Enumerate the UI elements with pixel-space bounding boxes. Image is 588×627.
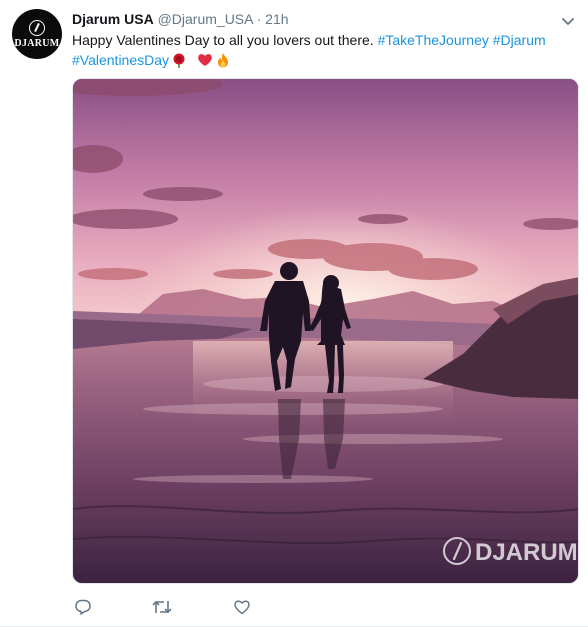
djarum-logo-icon [29,19,45,36]
avatar[interactable]: DJARUM [12,9,62,59]
hashtag-taketheJourney[interactable]: #TakeTheJourney [378,32,489,48]
timestamp[interactable]: 21h [265,11,288,27]
like-icon[interactable] [233,598,251,616]
retweet-icon[interactable] [152,598,172,616]
tweet-header: Djarum USA @Djarum_USA · 21h [72,10,289,28]
display-name[interactable]: Djarum USA [72,11,154,27]
tweet-text: Happy Valentines Day to all you lovers o… [72,30,577,70]
tweet-body: Happy Valentines Day to all you lovers o… [72,32,378,48]
fire-emoji [217,53,228,68]
hashtag-djarum[interactable]: #Djarum [493,32,546,48]
hashtag-valentinesday[interactable]: #ValentinesDay [72,52,169,68]
tweet[interactable]: DJARUM Djarum USA @Djarum_USA · 21h Happ… [0,0,588,627]
sunset-beach-photo: DJARUM [73,79,578,583]
tweet-photo[interactable]: DJARUM [72,78,579,584]
watermark-text: DJARUM [475,539,578,566]
rose-emoji [173,53,185,68]
user-handle[interactable]: @Djarum_USA [158,11,253,27]
avatar-brand-text: DJARUM [14,37,60,49]
red-heart-emoji [198,54,212,66]
reply-icon[interactable] [74,598,92,616]
separator-dot: · [256,11,262,27]
chevron-down-icon[interactable] [561,14,575,28]
tweet-actions [74,598,314,618]
